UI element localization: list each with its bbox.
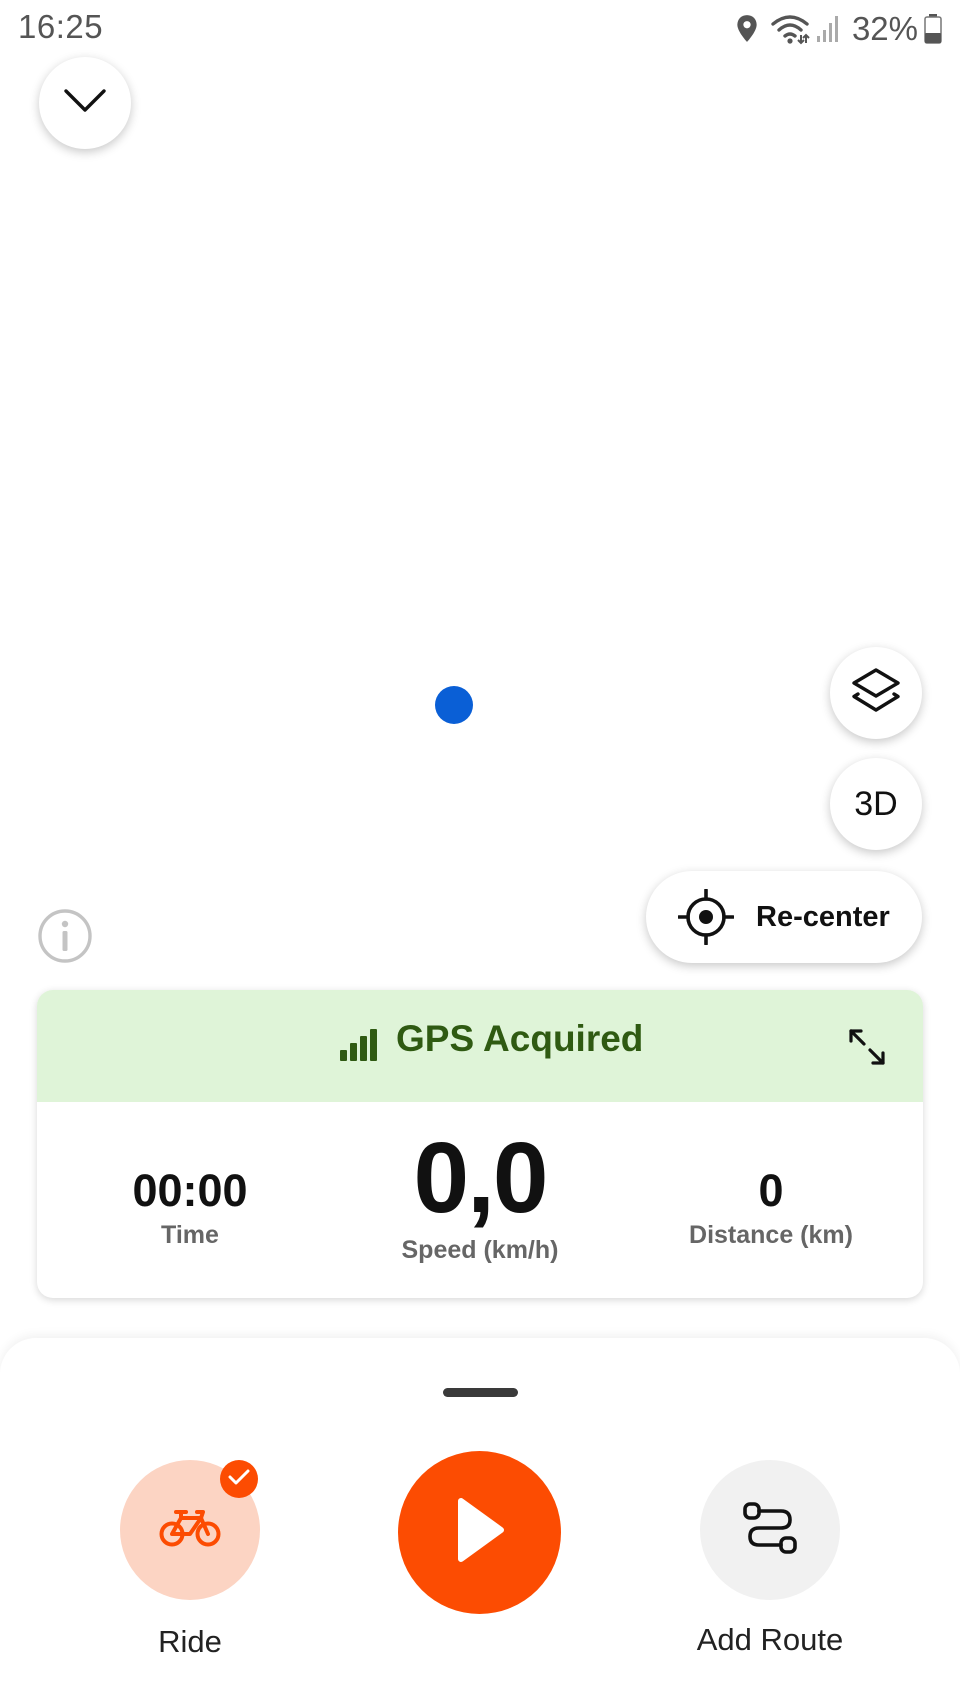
status-bar: 16:25 32%: [0, 0, 960, 58]
add-route-label: Add Route: [696, 1622, 844, 1657]
speed-label: Speed (km/h): [401, 1236, 559, 1264]
crosshair-icon: [678, 889, 734, 945]
selected-check-badge: [220, 1460, 258, 1498]
location-icon: [734, 14, 760, 44]
distance-label: Distance (km): [689, 1221, 853, 1249]
gps-status-banner: GPS Acquired: [37, 990, 923, 1102]
recenter-button[interactable]: Re-center: [646, 871, 922, 963]
status-time: 16:25: [18, 8, 104, 45]
distance-stat: 0 Distance (km): [621, 1168, 921, 1250]
signal-strength-icon: [339, 1028, 377, 1067]
3d-toggle-button[interactable]: 3D: [830, 758, 922, 850]
time-value: 00:00: [132, 1165, 248, 1216]
record-screen: 16:25 32% 3D Re-center GPS Acquired 00:0…: [0, 0, 960, 1706]
play-icon: [455, 1497, 505, 1568]
map-layers-button[interactable]: [830, 647, 922, 739]
sport-type-label: Ride: [158, 1624, 222, 1659]
battery-percent: 32%: [851, 10, 918, 47]
speed-stat: 0,0 Speed (km/h): [330, 1128, 630, 1265]
check-icon: [228, 1468, 250, 1491]
cell-signal-icon: [816, 14, 842, 44]
add-route-button[interactable]: [700, 1460, 840, 1600]
speed-value: 0,0: [413, 1122, 548, 1234]
gps-status-text: GPS Acquired: [396, 1018, 644, 1059]
route-icon: [743, 1501, 797, 1560]
recenter-label: Re-center: [756, 900, 890, 933]
bike-icon: [159, 1508, 221, 1553]
sheet-drag-handle[interactable]: [443, 1388, 518, 1397]
time-label: Time: [161, 1221, 219, 1249]
time-stat: 00:00 Time: [40, 1168, 340, 1250]
layers-icon: [850, 666, 902, 721]
collapse-button[interactable]: [39, 57, 131, 149]
current-location-dot: [435, 686, 473, 724]
wifi-icon: [770, 13, 810, 45]
distance-value: 0: [758, 1165, 784, 1216]
battery-icon: [924, 14, 942, 44]
chevron-down-icon: [63, 88, 107, 119]
start-recording-button[interactable]: [398, 1451, 561, 1614]
status-icons: 32%: [734, 6, 942, 52]
info-icon[interactable]: [37, 908, 93, 964]
expand-icon[interactable]: [847, 1027, 887, 1072]
